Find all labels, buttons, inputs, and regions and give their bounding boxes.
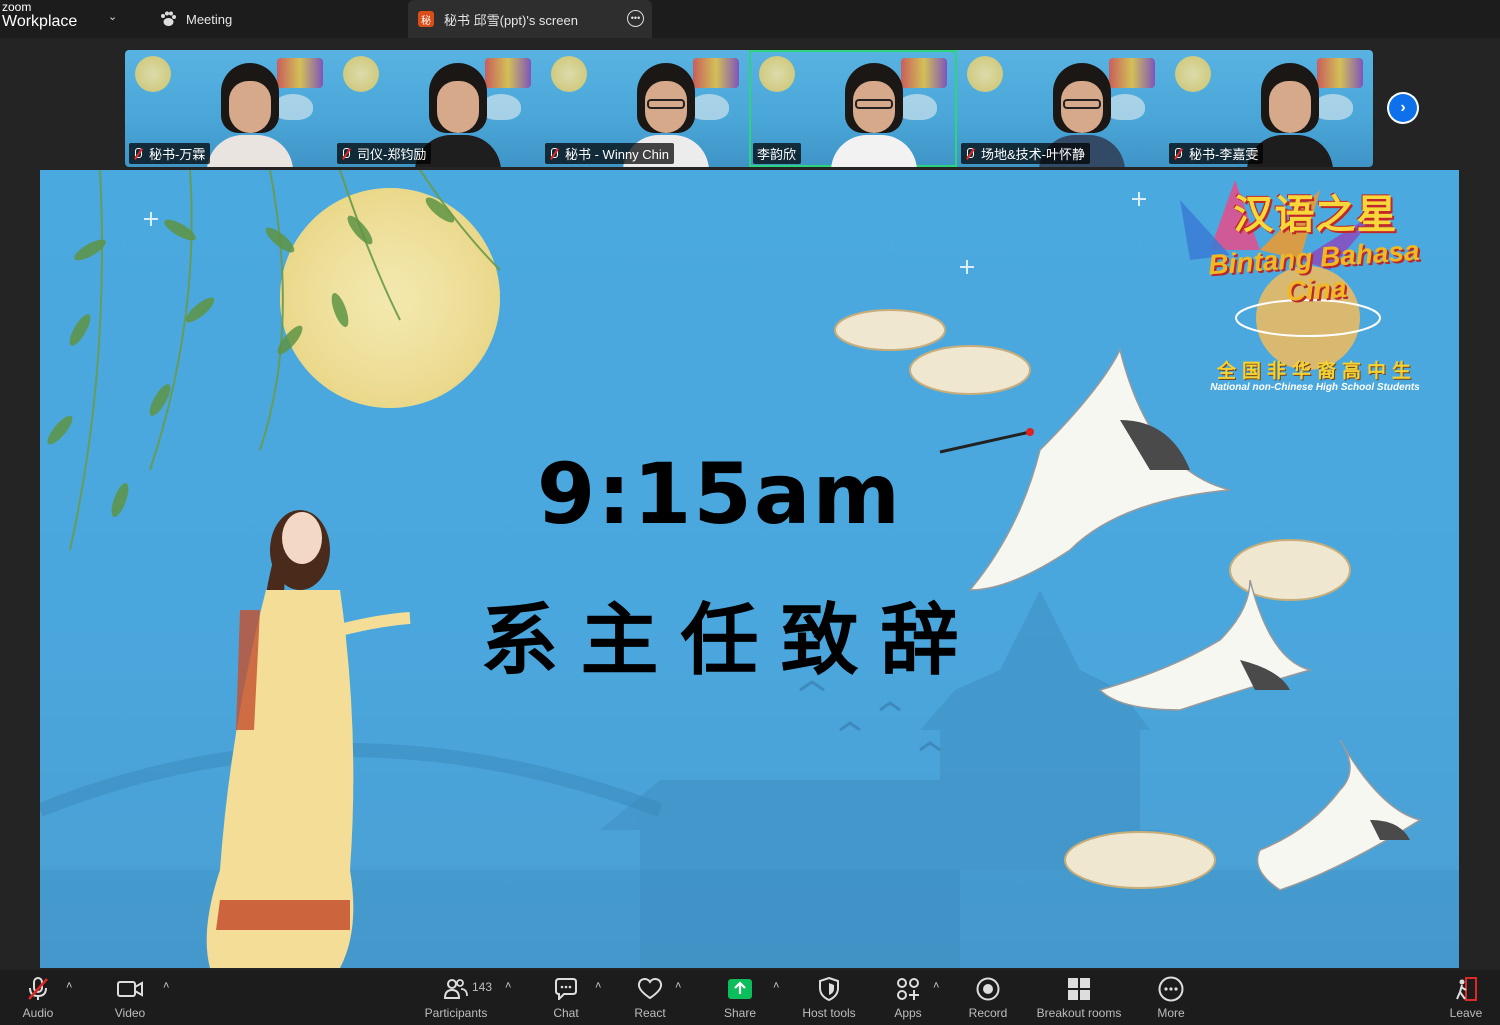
host-tools-button[interactable]: Host tools <box>800 974 858 1022</box>
participant-name-tag: 李韵欣 <box>753 143 802 164</box>
tab-meeting[interactable]: Meeting <box>156 0 406 38</box>
tab-shared-screen-label: 秘书 邱雪(ppt)'s screen <box>444 12 578 28</box>
tab-shared-screen[interactable]: 秘 秘书 邱雪(ppt)'s screen ••• <box>408 0 652 38</box>
mic-muted-icon <box>965 147 975 160</box>
meeting-controls: Audio ˄ Video ˄ Participants 143 ˄ Chat … <box>0 970 1500 1025</box>
mic-muted-icon <box>1173 147 1183 160</box>
host-tools-label: Host tools <box>802 1006 856 1020</box>
breakout-rooms-button[interactable]: Breakout rooms <box>1034 974 1124 1022</box>
brand-zoom: zoom <box>2 0 32 14</box>
share-button[interactable]: Share <box>720 974 760 1022</box>
react-label: React <box>634 1006 666 1020</box>
tab-meeting-label: Meeting <box>186 11 233 27</box>
participant-name: 司仪-郑钧励 <box>357 147 427 162</box>
chat-button[interactable]: Chat <box>546 974 586 1022</box>
participant-tile[interactable]: 秘书-万霖 <box>125 50 333 167</box>
moon-decoration <box>967 56 1003 92</box>
react-options-chevron-icon[interactable]: ˄ <box>675 980 681 992</box>
next-page-button[interactable]: › <box>1387 92 1419 124</box>
more-label: More <box>1157 1006 1185 1020</box>
moon-decoration <box>135 56 171 92</box>
participant-tile[interactable]: 秘书-李嘉雯 <box>1165 50 1373 167</box>
mic-muted-icon <box>26 974 50 1004</box>
moon-decoration <box>343 56 379 92</box>
participant-name: 李韵欣 <box>757 147 797 162</box>
audio-button[interactable]: Audio <box>18 974 58 1022</box>
apps-options-chevron-icon[interactable]: ˄ <box>933 980 939 992</box>
chat-options-chevron-icon[interactable]: ˄ <box>595 980 601 992</box>
record-icon <box>976 974 1000 1004</box>
brand-workplace: Workplace <box>2 13 78 30</box>
apps-label: Apps <box>894 1006 922 1020</box>
participant-name: 秘书-李嘉雯 <box>1189 147 1259 162</box>
participant-name-tag: 司仪-郑钧励 <box>337 143 432 164</box>
video-label: Video <box>114 1006 146 1020</box>
breakout-rooms-icon <box>1067 974 1091 1004</box>
apps-button[interactable]: Apps <box>888 974 928 1022</box>
zoom-meeting-window: zoom Workplace ⌄ Meeting 秘 秘书 邱雪(ppt)'s … <box>0 0 1500 1025</box>
participant-strip: 秘书-万霖 司仪-郑钧励 秘书 - Winny Chin 李韵欣 场地&技术-叶怀静 秘书… <box>125 50 1373 167</box>
logo-subtitle: 全国非华裔高中生 <box>1216 361 1417 382</box>
participant-tile[interactable]: 场地&技术-叶怀静 <box>957 50 1165 167</box>
leave-icon <box>1454 974 1478 1004</box>
share-label: Share <box>723 1006 757 1020</box>
participant-video <box>831 55 917 167</box>
breakout-rooms-label: Breakout rooms <box>1036 1006 1122 1020</box>
mic-muted-icon <box>341 147 351 160</box>
participant-name-tag: 秘书-万霖 <box>129 143 211 164</box>
moon-decoration <box>759 56 795 92</box>
participant-name-tag: 场地&技术-叶怀静 <box>961 143 1091 164</box>
participant-name: 场地&技术-叶怀静 <box>981 147 1086 162</box>
participants-options-chevron-icon[interactable]: ˄ <box>505 980 511 992</box>
record-button[interactable]: Record <box>966 974 1010 1022</box>
participants-label: Participants <box>424 1006 488 1020</box>
participant-name-tag: 秘书-李嘉雯 <box>1169 143 1264 164</box>
heart-icon <box>637 974 663 1004</box>
moon-decoration <box>551 56 587 92</box>
more-options-icon[interactable]: ••• <box>627 10 644 27</box>
participant-tile[interactable]: 秘书 - Winny Chin <box>541 50 749 167</box>
record-label: Record <box>968 1006 1008 1020</box>
slide-title: 系主任致辞 <box>480 596 981 686</box>
shared-screen-content: 汉语之星 Bintang Bahasa Cina 全国非华裔高中生 Nation… <box>40 170 1459 968</box>
participant-tile[interactable]: 司仪-郑钧励 <box>333 50 541 167</box>
participant-name-tag: 秘书 - Winny Chin <box>545 143 675 164</box>
logo-english-subtitle: National non-Chinese High School Student… <box>1210 382 1420 393</box>
zoom-workplace-logo: zoom Workplace <box>2 1 77 30</box>
shield-icon <box>818 974 840 1004</box>
moon-decoration <box>1175 56 1211 92</box>
share-options-chevron-icon[interactable]: ˄ <box>773 980 779 992</box>
participant-name: 秘书-万霖 <box>149 147 206 162</box>
audio-label: Audio <box>22 1006 54 1020</box>
react-button[interactable]: React <box>630 974 670 1022</box>
mic-muted-icon <box>133 147 143 160</box>
participant-tile[interactable]: 李韵欣 <box>749 50 957 167</box>
participant-video <box>207 55 293 167</box>
meeting-paw-icon <box>158 9 178 29</box>
mic-muted-icon <box>549 147 559 160</box>
chevron-down-icon[interactable]: ⌄ <box>108 10 117 23</box>
chat-label: Chat <box>553 1006 579 1020</box>
slide-time: 9:15am <box>536 445 903 543</box>
share-screen-icon <box>727 974 753 1004</box>
more-button[interactable]: More <box>1151 974 1191 1022</box>
chat-icon <box>554 974 578 1004</box>
chevron-right-icon: › <box>1389 94 1417 122</box>
participants-count: 143 <box>472 980 493 994</box>
video-options-chevron-icon[interactable]: ˄ <box>163 980 169 992</box>
more-icon <box>1158 974 1184 1004</box>
top-bar: zoom Workplace ⌄ Meeting 秘 秘书 邱雪(ppt)'s … <box>0 0 1500 38</box>
apps-icon <box>896 974 920 1004</box>
participant-name: 秘书 - Winny Chin <box>565 147 670 162</box>
sharer-avatar: 秘 <box>418 11 434 27</box>
leave-label: Leave <box>1449 1006 1483 1020</box>
leave-button[interactable]: Leave <box>1446 974 1486 1022</box>
logo-chinese-title: 汉语之星 <box>1233 193 1398 237</box>
camera-icon <box>117 974 143 1004</box>
audio-options-chevron-icon[interactable]: ˄ <box>66 980 72 992</box>
video-button[interactable]: Video <box>110 974 150 1022</box>
participants-icon <box>444 974 468 1004</box>
